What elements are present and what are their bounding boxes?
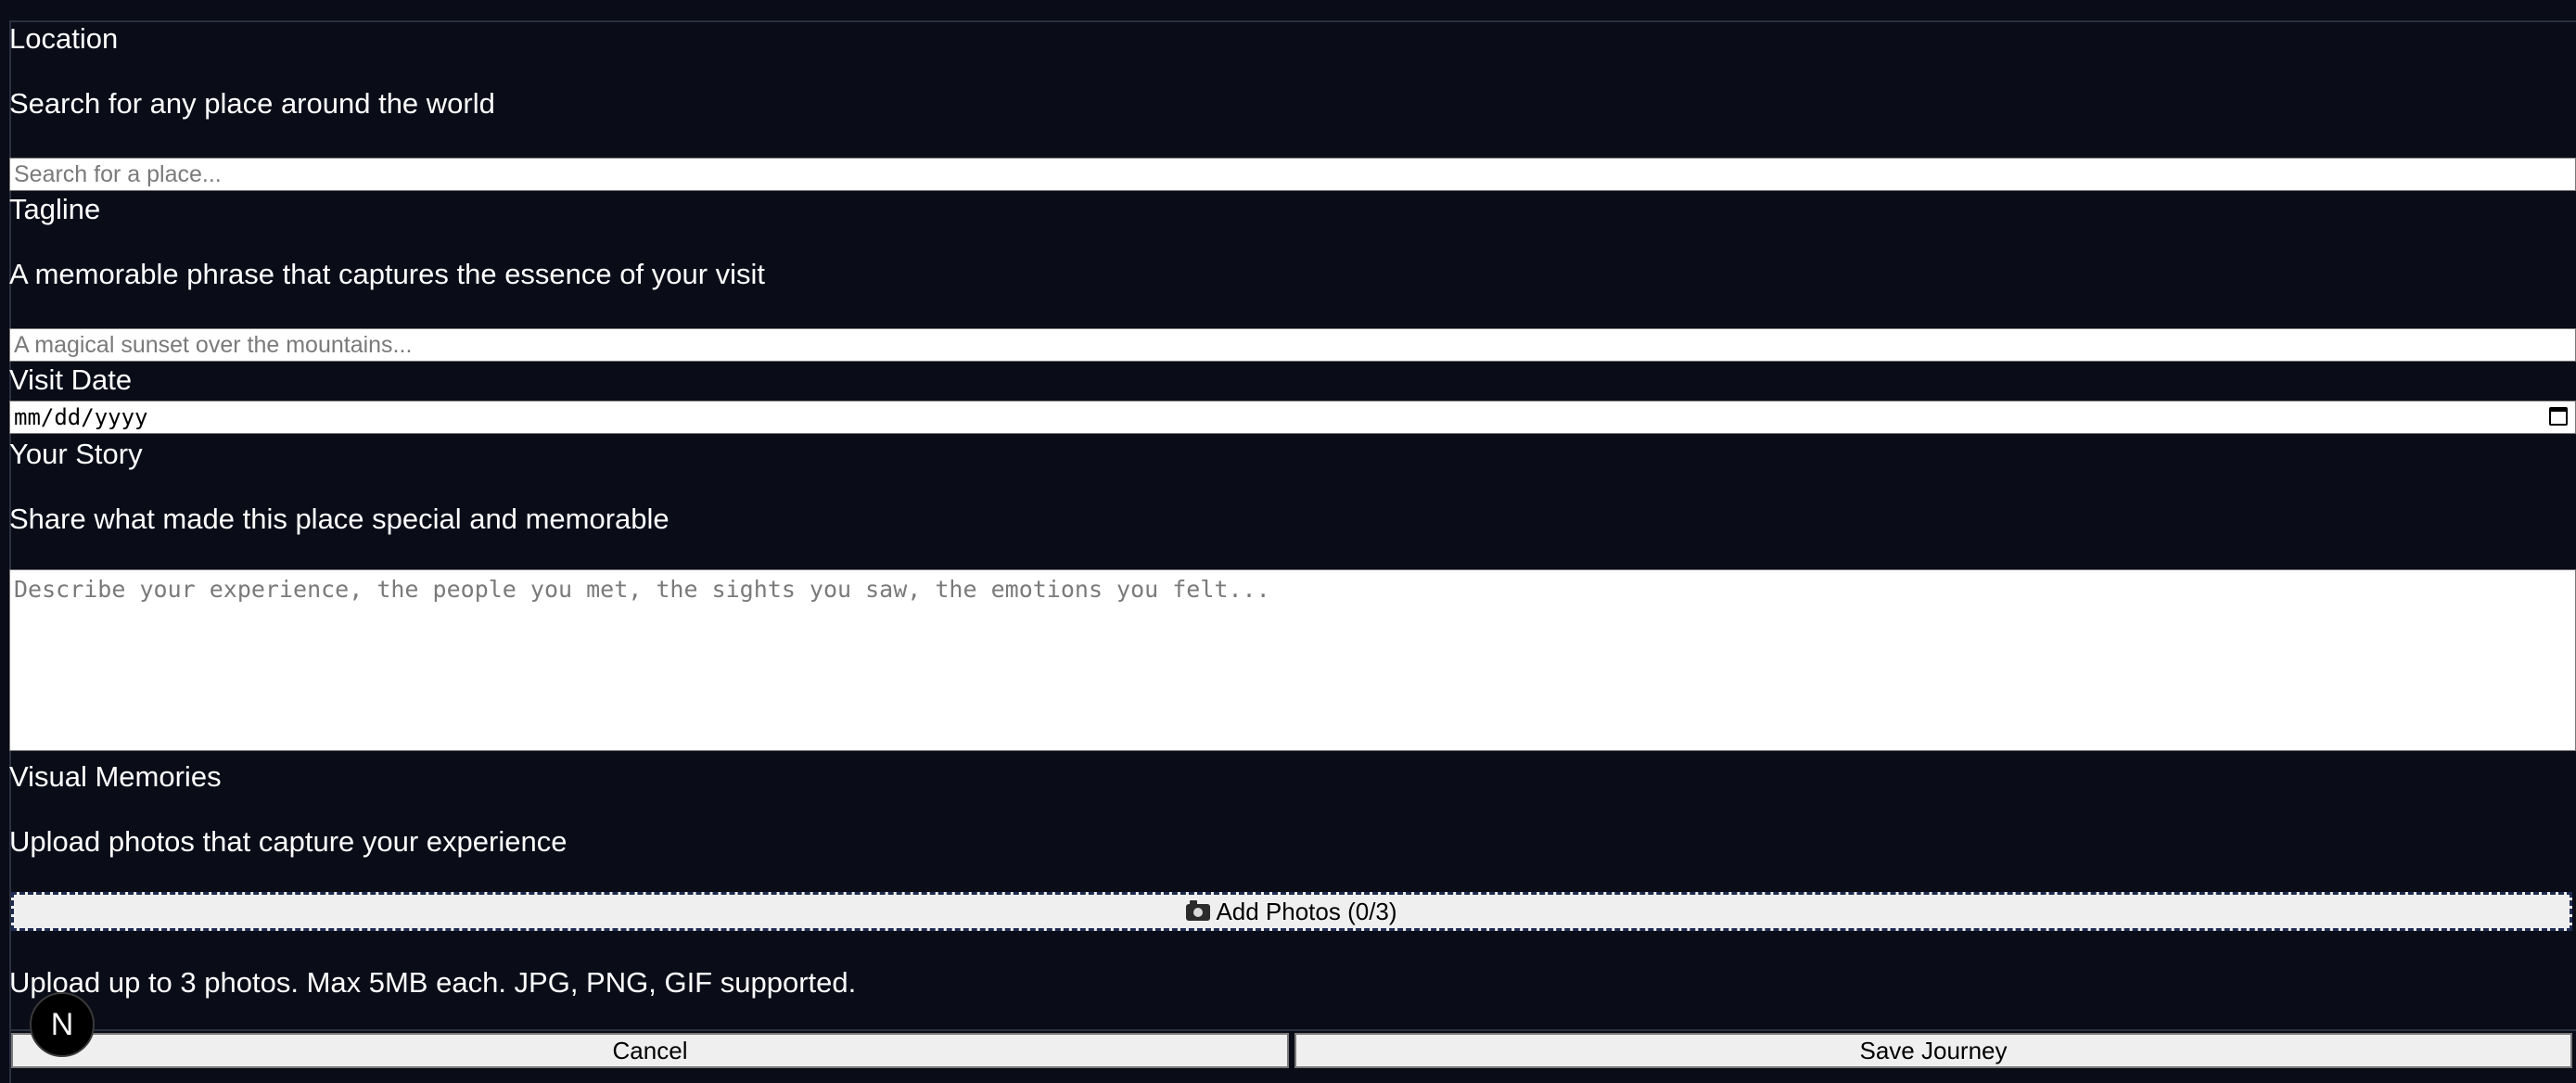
upload-hint: Upload up to 3 photos. Max 5MB each. JPG…: [9, 966, 857, 999]
tagline-input[interactable]: [9, 328, 2576, 362]
nextjs-logo-icon: N: [50, 1006, 74, 1042]
location-label: Location: [9, 22, 119, 55]
tagline-description: A memorable phrase that captures the ess…: [9, 258, 766, 290]
add-photos-button[interactable]: Add Photos (0/3): [11, 892, 2572, 931]
story-label: Your Story: [9, 438, 143, 470]
calendar-icon[interactable]: [2549, 407, 2568, 426]
location-description: Search for any place around the world: [9, 87, 495, 120]
divider: [9, 1029, 2576, 1031]
visual-memories-description: Upload photos that capture your experien…: [9, 825, 567, 858]
story-description: Share what made this place special and m…: [9, 503, 670, 535]
cancel-button[interactable]: Cancel: [11, 1033, 1289, 1068]
visit-date-input[interactable]: mm/dd/yyyy: [9, 401, 2576, 434]
camera-icon: [1186, 900, 1211, 921]
add-photos-label: Add Photos (0/3): [1216, 897, 1397, 925]
save-journey-button[interactable]: Save Journey: [1294, 1033, 2572, 1068]
visit-date-label: Visit Date: [9, 363, 133, 396]
visual-memories-label: Visual Memories: [9, 760, 222, 793]
story-textarea[interactable]: [9, 569, 2576, 751]
tagline-label: Tagline: [9, 193, 101, 225]
nextjs-dev-badge[interactable]: N: [30, 992, 95, 1057]
date-format-placeholder: mm/dd/yyyy: [14, 404, 148, 430]
location-search-input[interactable]: [9, 158, 2576, 191]
